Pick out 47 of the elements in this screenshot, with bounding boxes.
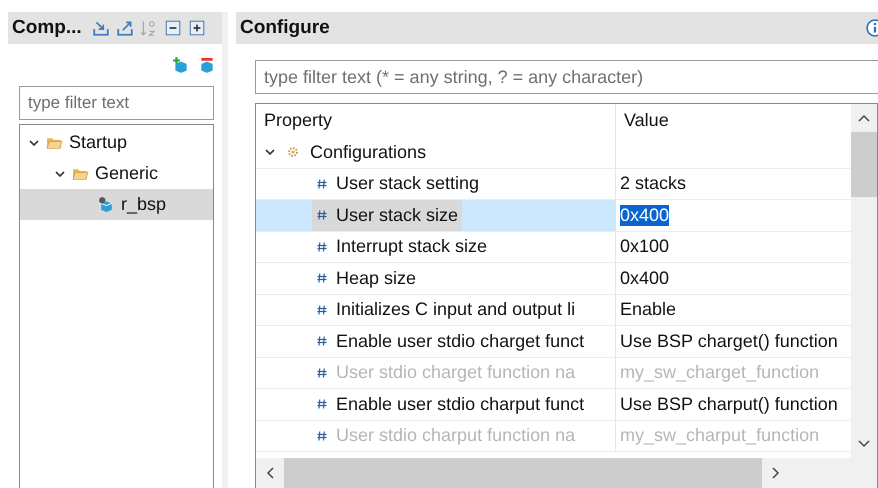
hash-icon [316,304,328,316]
hash-icon [316,430,328,442]
hash-icon [316,335,328,348]
property-cell[interactable]: Initializes C input and output li [256,294,616,325]
value-cell[interactable]: Enable [616,294,851,325]
vertical-scrollbar[interactable] [851,104,877,458]
property-cell[interactable]: Enable user stdio charget funct [256,326,616,356]
property-cell[interactable]: User stack setting [256,168,616,199]
value-cell[interactable]: 2 stacks [616,168,851,199]
export-icon[interactable] [116,19,134,37]
horizontal-scrollbar[interactable] [256,458,877,488]
property-cell[interactable]: Enable user stdio charput funct [256,389,616,420]
filter-field[interactable]: type filter text (* = any string, ? = any character) [255,60,878,94]
hash-icon [316,240,328,253]
value-cell[interactable]: 0x100 [616,232,851,262]
scroll-up-icon[interactable] [858,114,870,122]
value-cell[interactable]: Use BSP charget() function [616,326,851,356]
collapse-all-icon[interactable] [164,19,182,37]
hash-icon [316,178,328,190]
scroll-right-icon[interactable] [772,467,780,479]
scroll-down-icon[interactable] [858,440,870,448]
column-header[interactable]: Property [256,104,616,137]
filter-field[interactable]: type filter text [19,86,214,120]
scrollbar-thumb[interactable] [851,132,877,197]
hash-icon [316,272,328,284]
hash-icon [316,398,328,410]
value-cell[interactable]: 0x400 [616,263,851,294]
column-header[interactable]: Value [616,104,677,137]
component-icon[interactable] [98,196,115,213]
property-cell[interactable]: Interrupt stack size [256,232,616,262]
tree-item[interactable]: Generic [20,158,213,189]
scrollbar-thumb[interactable] [284,458,762,488]
panel-title: Configure [240,17,330,39]
expand-all-icon[interactable] [188,19,206,37]
group-label[interactable]: Configurations [310,142,426,163]
tree-item[interactable]: Startup [20,127,213,158]
property-cell[interactable]: Heap size [256,263,616,294]
property-cell[interactable]: User stack size [256,200,616,230]
hash-icon [316,366,328,379]
panel-title: Comp... [12,17,82,39]
scroll-left-icon[interactable] [266,467,274,479]
gear-icon[interactable] [286,145,300,160]
hash-icon [316,209,328,222]
tree-item[interactable]: r_bsp [20,189,213,220]
value-cell[interactable]: 0x400 [616,200,851,230]
value-cell[interactable]: Use BSP charput() function [616,389,851,420]
import-icon[interactable] [92,19,110,37]
